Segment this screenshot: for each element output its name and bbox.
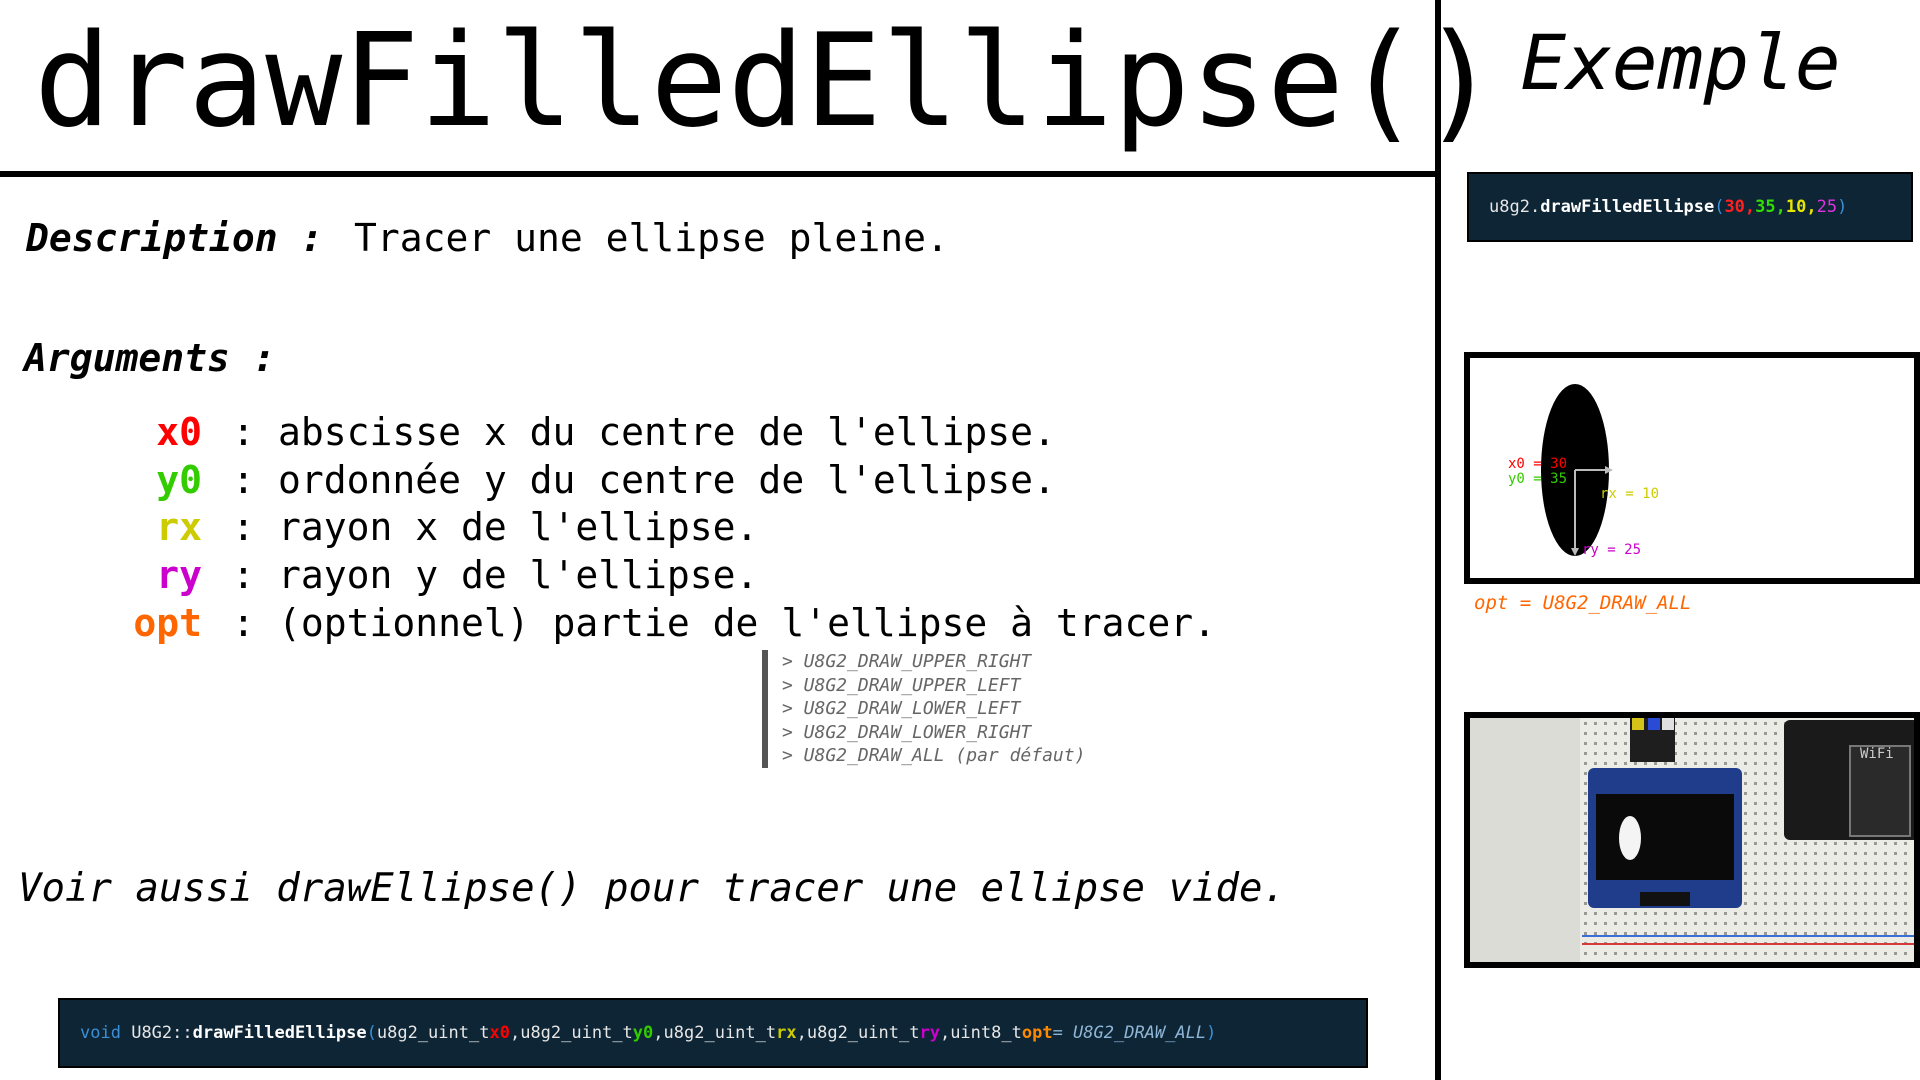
code-sep: ,	[939, 1023, 951, 1043]
argument-description: rayon y de l'ellipse.	[278, 553, 759, 597]
code-arg-ry: ry	[919, 1023, 940, 1043]
code-function-name: drawFilledEllipse	[1540, 197, 1715, 217]
description-text: Tracer une ellipse pleine.	[354, 216, 949, 260]
code-arg-y0: y0	[632, 1023, 654, 1043]
argument-description: ordonnée y du centre de l'ellipse.	[278, 458, 1056, 502]
page-title: drawFilledEllipse()	[34, 7, 1499, 156]
code-class: U8G2::	[131, 1023, 193, 1043]
argument-description: rayon x de l'ellipse.	[278, 505, 759, 549]
argument-row-x0: x0 : abscisse x du centre de l'ellipse.	[110, 408, 1056, 456]
example-code: u8g2. drawFilledEllipse( 30, 35, 10, 25 )	[1467, 172, 1913, 242]
code-type: uint8_t	[950, 1023, 1022, 1043]
argument-separator: :	[232, 601, 255, 645]
code-paren: )	[1837, 197, 1848, 217]
argument-name: y0	[156, 458, 202, 502]
code-value-x0: 30,	[1724, 197, 1756, 217]
opt-value: > U8G2_DRAW_UPPER_LEFT	[782, 674, 1021, 696]
hardware-photo: WiFi	[1464, 712, 1920, 968]
argument-row-ry: ry : rayon y de l'ellipse.	[110, 551, 758, 599]
vertical-divider	[1435, 0, 1441, 1080]
opt-note: opt = U8G2_DRAW_ALL	[1474, 592, 1692, 614]
code-function-name: drawFilledEllipse	[192, 1023, 367, 1043]
code-arg-x0: x0	[489, 1023, 510, 1043]
argument-name: ry	[156, 553, 202, 597]
code-keyword: void	[80, 1023, 121, 1043]
argument-name: rx	[156, 505, 202, 549]
code-paren: (	[366, 1023, 377, 1043]
code-object: u8g2.	[1489, 197, 1541, 217]
title-underline	[0, 171, 1435, 177]
argument-row-y0: y0 : ordonnée y du centre de l'ellipse.	[110, 456, 1056, 504]
argument-separator: :	[232, 410, 255, 454]
rx-label: rx = 10	[1600, 486, 1659, 502]
argument-row-opt: opt : (optionnel) partie de l'ellipse à …	[110, 599, 1216, 647]
code-arg-rx: rx	[776, 1023, 797, 1043]
oled-board-illustration: WiFi	[1470, 718, 1914, 962]
argument-name: opt	[133, 601, 202, 645]
code-type: u8g2_uint_t	[806, 1023, 920, 1043]
rx-arrow-head	[1605, 466, 1613, 474]
see-also-note: Voir aussi drawEllipse() pour tracer une…	[18, 866, 1286, 911]
ellipse-preview: x0 = 30 y0 = 35 rx = 10 ry = 25	[1464, 352, 1920, 584]
code-sep: ,	[509, 1023, 521, 1043]
code-default: = U8G2_DRAW_ALL	[1052, 1023, 1207, 1043]
opt-values-list: > U8G2_DRAW_UPPER_RIGHT > U8G2_DRAW_UPPE…	[762, 650, 1085, 768]
code-sep: ,	[796, 1023, 807, 1043]
code-type: u8g2_uint_t	[520, 1023, 633, 1043]
opt-value: > U8G2_DRAW_LOWER_LEFT	[782, 698, 1021, 719]
argument-name: x0	[156, 410, 202, 454]
ellipse-diagram: x0 = 30 y0 = 35 rx = 10 ry = 25	[1508, 384, 1659, 558]
description-label: Description :	[26, 216, 324, 260]
x0-label: x0 = 30	[1508, 456, 1567, 472]
code-paren: (	[1714, 197, 1725, 217]
code-type: u8g2_uint_t	[663, 1023, 777, 1043]
ry-label: ry = 25	[1582, 542, 1641, 558]
argument-separator: :	[232, 458, 255, 502]
code-value-y0: 35,	[1755, 197, 1786, 217]
code-arg-opt: opt	[1021, 1023, 1053, 1043]
opt-value: > U8G2_DRAW_LOWER_RIGHT	[782, 721, 1032, 743]
example-heading: Exemple	[1520, 18, 1841, 107]
svg-text:WiFi: WiFi	[1860, 746, 1894, 762]
code-value-ry: 25	[1816, 197, 1838, 217]
code-sep: ,	[653, 1023, 664, 1043]
argument-row-rx: rx : rayon x de l'ellipse.	[110, 503, 758, 551]
argument-separator: :	[232, 505, 255, 549]
code-paren: )	[1206, 1023, 1217, 1043]
argument-description: (optionnel) partie de l'ellipse à tracer…	[278, 601, 1216, 645]
code-type: u8g2_uint_t	[376, 1023, 490, 1043]
arguments-label: Arguments :	[24, 336, 276, 380]
argument-description: abscisse x du centre de l'ellipse.	[278, 410, 1056, 454]
y0-label: y0 = 35	[1508, 471, 1567, 487]
argument-separator: :	[232, 553, 255, 597]
opt-value: > U8G2_DRAW_ALL (par défaut)	[782, 745, 1086, 766]
opt-value: > U8G2_DRAW_UPPER_RIGHT	[782, 651, 1032, 672]
function-signature-code: void U8G2:: drawFilledEllipse(u8g2_uint_t…	[58, 998, 1368, 1068]
code-value-rx: 10,	[1785, 197, 1817, 217]
